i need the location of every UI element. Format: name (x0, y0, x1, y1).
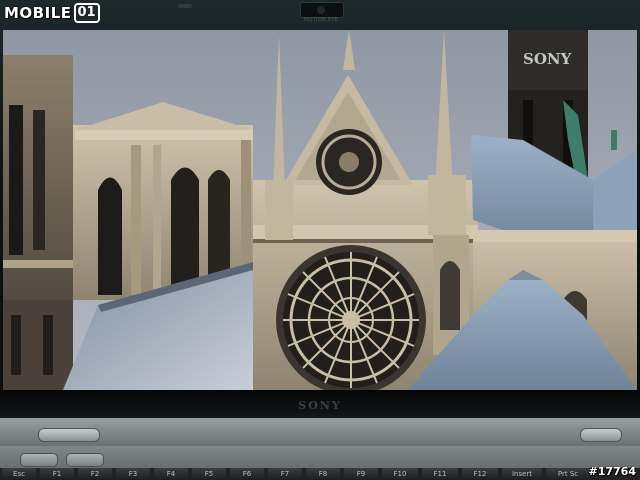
laptop-screen: SONY (3, 30, 637, 390)
function-key-row: Esc F1 F2 F3 F4 F5 F6 F7 F8 F9 F10 F11 F12 Insert Prt … (0, 468, 640, 480)
key-f10[interactable]: F10 (382, 468, 418, 480)
cathedral-photo: SONY (3, 30, 637, 390)
webcam-lens (317, 6, 325, 14)
left-tower (3, 55, 75, 390)
webcam (300, 2, 344, 18)
key-insert[interactable]: Insert (502, 468, 542, 480)
webcam-label: MOTION EYE (303, 17, 339, 23)
media-button[interactable] (38, 428, 100, 442)
key-f9[interactable]: F9 (344, 468, 378, 480)
key-f4[interactable]: F4 (154, 468, 188, 480)
quick-button-2[interactable] (66, 453, 104, 467)
key-f8[interactable]: F8 (306, 468, 340, 480)
key-f12[interactable]: F12 (462, 468, 498, 480)
status-led (178, 4, 192, 8)
watermark-word: MOBILE (4, 4, 72, 22)
photo-id: #17764 (588, 465, 637, 478)
key-prt-sc[interactable]: Prt Sc (546, 468, 590, 480)
key-f3[interactable]: F3 (116, 468, 150, 480)
quick-button-1[interactable] (20, 453, 58, 467)
key-f2[interactable]: F2 (78, 468, 112, 480)
mobile01-watermark: MOBILE 01 (4, 3, 100, 23)
key-f5[interactable]: F5 (192, 468, 226, 480)
key-f7[interactable]: F7 (268, 468, 302, 480)
laptop-brand-logo: SONY (298, 399, 342, 412)
watermark-badge: 01 (73, 3, 100, 23)
rose-window (276, 245, 426, 390)
key-esc[interactable]: Esc (2, 468, 36, 480)
key-f6[interactable]: F6 (230, 468, 264, 480)
key-f1[interactable]: F1 (40, 468, 74, 480)
key-f11[interactable]: F11 (422, 468, 458, 480)
power-button[interactable] (580, 428, 622, 442)
in-video-logo: SONY (523, 50, 572, 68)
